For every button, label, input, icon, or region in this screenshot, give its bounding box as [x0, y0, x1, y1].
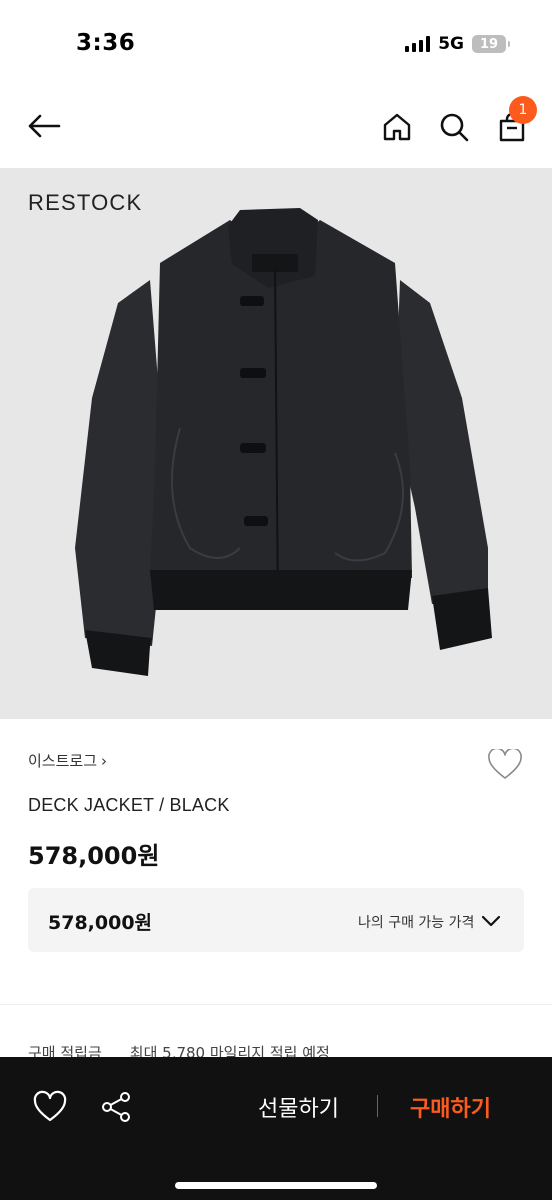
share-icon[interactable] [98, 1089, 134, 1125]
buy-button[interactable]: 구매하기 [410, 1091, 491, 1123]
brand-link[interactable]: 이스트로그 › [28, 750, 107, 771]
bottom-action-bar: 선물하기 구매하기 [0, 1057, 552, 1200]
chevron-down-icon [481, 915, 501, 927]
battery-icon: 19 [472, 35, 510, 53]
search-icon [440, 113, 469, 142]
back-button[interactable] [22, 104, 66, 148]
status-time: 3:36 [76, 30, 136, 56]
section-divider [0, 1004, 552, 1005]
home-button[interactable] [375, 105, 419, 149]
network-type: 5G [438, 34, 464, 54]
home-indicator[interactable] [175, 1182, 377, 1189]
search-button[interactable] [432, 105, 476, 149]
gift-button[interactable]: 선물하기 [258, 1091, 339, 1123]
product-price: 578,000원 [28, 842, 160, 870]
product-name: DECK JACKET / BLACK [28, 795, 230, 815]
arrow-left-icon [28, 114, 61, 138]
heart-icon[interactable] [32, 1089, 68, 1125]
home-icon [383, 113, 411, 141]
wishlist-button[interactable] [486, 746, 524, 784]
status-indicators: 5G 19 [405, 34, 510, 54]
button-separator [377, 1095, 378, 1117]
brand-name: 이스트로그 [28, 752, 98, 770]
my-price-label: 나의 구매 가능 가격 [358, 915, 475, 931]
chevron-right-icon: › [101, 751, 108, 770]
my-price-dropdown[interactable]: 578,000원 나의 구매 가능 가격 [28, 888, 524, 952]
top-nav [0, 88, 552, 168]
status-bar: 3:36 5G 19 [0, 0, 552, 88]
jacket-image [75, 208, 492, 676]
signal-icon [405, 36, 431, 52]
heart-outline-icon [488, 749, 522, 779]
my-price-value: 578,000원 [48, 912, 153, 934]
cart-count-badge: 1 [509, 96, 537, 124]
product-image[interactable]: RESTOCK [0, 168, 552, 719]
battery-level: 19 [479, 36, 499, 52]
